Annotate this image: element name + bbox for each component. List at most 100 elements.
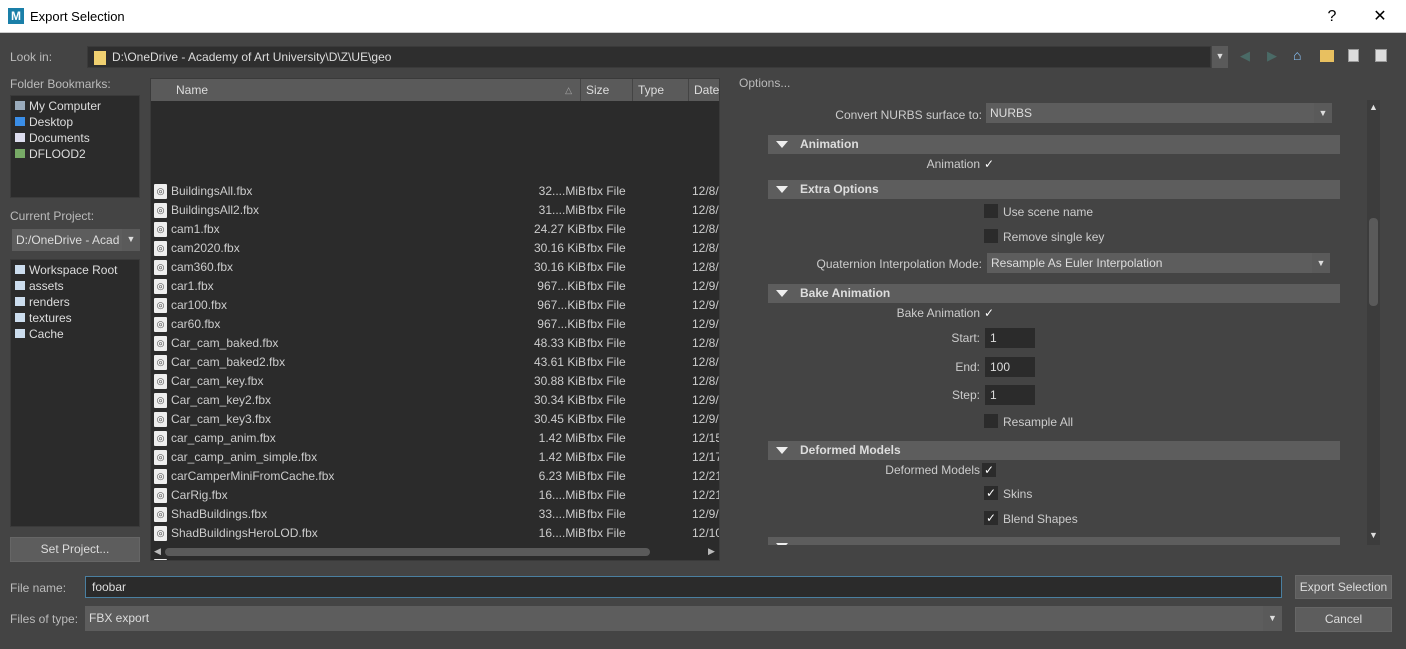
section-animation[interactable]: Animation (768, 135, 1340, 154)
file-row[interactable]: ◎ BuildingsAll2.fbx 31....MiB fbx File 1… (151, 201, 719, 220)
bake-animation-checkbox[interactable]: ✓ (982, 306, 996, 320)
file-row[interactable]: ◎ Car_cam_key.fbx 30.88 KiB fbx File 12/… (151, 372, 719, 391)
file-row[interactable]: ◎ car_camp_anim_simple.fbx 1.42 MiB fbx … (151, 448, 719, 467)
folder-label: renders (29, 295, 70, 309)
file-row[interactable]: ◎ ShadBuildings.fbx 33....MiB fbx File 1… (151, 505, 719, 524)
folder-renders[interactable]: renders (11, 294, 139, 310)
file-date: 12/9/ (692, 298, 719, 312)
step-input[interactable]: 1 (985, 385, 1035, 405)
start-input[interactable]: 1 (985, 328, 1035, 348)
blend-shapes-checkbox[interactable]: ✓ (984, 511, 998, 525)
file-row[interactable]: ◎ car100.fbx 967...KiB fbx File 12/9/ (151, 296, 719, 315)
look-in-combo[interactable]: D:\OneDrive - Academy of Art University\… (87, 46, 1211, 68)
horizontal-scrollbar[interactable]: ◀ ▶ (151, 545, 719, 559)
project-combo[interactable]: D:/OneDrive - Acad (12, 229, 122, 251)
help-button[interactable]: ? (1312, 4, 1352, 29)
use-scene-name-checkbox[interactable] (984, 204, 998, 218)
file-row[interactable]: ◎ Car_cam_key3.fbx 30.45 KiB fbx File 12… (151, 410, 719, 429)
file-row[interactable]: ◎ ShadBuildingsHeroLOD.fbx 16....MiB fbx… (151, 524, 719, 543)
quaternion-combo[interactable]: Resample As Euler Interpolation (987, 253, 1313, 273)
file-date: 12/9/ (692, 279, 719, 293)
scrollbar-thumb[interactable] (1369, 218, 1378, 306)
column-date[interactable]: Date (689, 79, 719, 101)
column-type[interactable]: Type (633, 79, 689, 101)
remove-single-key-checkbox[interactable] (984, 229, 998, 243)
end-label: End: (955, 360, 980, 374)
fbx-file-icon: ◎ (154, 317, 167, 332)
back-icon[interactable]: ◀ (1240, 48, 1250, 64)
folder-icon (94, 50, 106, 65)
folder-icon (15, 313, 25, 322)
new-folder-icon[interactable] (1320, 50, 1334, 62)
bake-animation-label: Bake Animation (896, 306, 980, 320)
column-name[interactable]: Name △ (151, 79, 581, 101)
file-type-combo[interactable]: FBX export (85, 606, 1263, 631)
bookmark-documents[interactable]: Documents (11, 130, 139, 146)
section-collapsed-partial[interactable] (768, 537, 1340, 545)
scrollbar-thumb[interactable] (165, 548, 650, 556)
file-type: fbx File (587, 317, 626, 331)
file-row[interactable]: ◎ cam2020.fbx 30.16 KiB fbx File 12/8/ (151, 239, 719, 258)
detail-view-icon[interactable] (1375, 49, 1387, 62)
file-size: 43.61 KiB (533, 355, 586, 369)
skins-checkbox[interactable]: ✓ (984, 486, 998, 500)
file-size: 1.42 MiB (538, 431, 586, 445)
nurbs-combo[interactable]: NURBS (986, 103, 1316, 123)
folder-workspace-root[interactable]: Workspace Root (11, 262, 139, 278)
section-bake-animation[interactable]: Bake Animation (768, 284, 1340, 303)
file-row[interactable]: ◎ car_camp_anim.fbx 1.42 MiB fbx File 12… (151, 429, 719, 448)
cancel-button[interactable]: Cancel (1295, 607, 1392, 632)
deformed-models-checkbox[interactable]: ✓ (982, 463, 996, 477)
file-type: fbx File (587, 203, 626, 217)
desktop-icon (15, 117, 25, 126)
folder-label: Workspace Root (29, 263, 118, 277)
window-title: Export Selection (30, 9, 125, 24)
scroll-up-icon[interactable]: ▲ (1369, 102, 1378, 112)
section-extra-options[interactable]: Extra Options (768, 180, 1340, 199)
file-row[interactable]: ◎ BuildingsAll.fbx 32....MiB fbx File 12… (151, 182, 719, 201)
file-row[interactable]: ◎ carCamperMiniFromCache.fbx 6.23 MiB fb… (151, 467, 719, 486)
file-row[interactable]: ◎ Car_cam_key2.fbx 30.34 KiB fbx File 12… (151, 391, 719, 410)
folder-cache[interactable]: Cache (11, 326, 139, 342)
file-row[interactable]: ◎ CarRig.fbx 16....MiB fbx File 12/21 (151, 486, 719, 505)
nurbs-dropdown[interactable]: ▼ (1314, 103, 1332, 123)
set-project-button[interactable]: Set Project... (10, 537, 140, 562)
fbx-file-icon: ◎ (154, 374, 167, 389)
end-input[interactable]: 100 (985, 357, 1035, 377)
file-row[interactable]: ◎ cam1.fbx 24.27 KiB fbx File 12/8/ (151, 220, 719, 239)
home-icon[interactable]: ⌂ (1293, 47, 1301, 63)
file-type-dropdown[interactable]: ▼ (1263, 606, 1282, 631)
file-type: fbx File (587, 450, 626, 464)
file-row[interactable]: ◎ car60.fbx 967...KiB fbx File 12/9/ (151, 315, 719, 334)
folder-assets[interactable]: assets (11, 278, 139, 294)
animation-checkbox[interactable]: ✓ (982, 157, 996, 171)
folder-textures[interactable]: textures (11, 310, 139, 326)
bookmark-desktop[interactable]: Desktop (11, 114, 139, 130)
scroll-right-icon[interactable]: ▶ (708, 546, 715, 557)
section-deformed-models[interactable]: Deformed Models (768, 441, 1340, 460)
look-in-label: Look in: (10, 50, 53, 64)
file-name-input[interactable]: foobar (85, 576, 1282, 598)
quaternion-dropdown[interactable]: ▼ (1312, 253, 1330, 273)
skins-label: Skins (1003, 487, 1033, 501)
bookmark-user[interactable]: DFLOOD2 (11, 146, 139, 162)
file-row[interactable]: ◎ cam360.fbx 30.16 KiB fbx File 12/8/ (151, 258, 719, 277)
options-label: Options... (739, 76, 791, 90)
scroll-down-icon[interactable]: ▼ (1369, 530, 1378, 540)
column-size[interactable]: Size (581, 79, 633, 101)
fbx-file-icon: ◎ (154, 450, 167, 465)
options-scrollbar[interactable]: ▲ ▼ (1367, 100, 1380, 545)
file-row[interactable]: ◎ car1.fbx 967...KiB fbx File 12/9/ (151, 277, 719, 296)
forward-icon[interactable]: ▶ (1267, 48, 1277, 64)
fbx-file-icon: ◎ (154, 488, 167, 503)
look-in-dropdown[interactable]: ▼ (1212, 46, 1228, 68)
resample-all-checkbox[interactable] (984, 414, 998, 428)
close-button[interactable]: ✕ (1360, 4, 1400, 29)
project-dropdown[interactable]: ▼ (122, 229, 140, 251)
file-row[interactable]: ◎ Car_cam_baked.fbx 48.33 KiB fbx File 1… (151, 334, 719, 353)
bookmark-my-computer[interactable]: My Computer (11, 98, 139, 114)
file-row[interactable]: ◎ Car_cam_baked2.fbx 43.61 KiB fbx File … (151, 353, 719, 372)
list-view-icon[interactable] (1348, 49, 1359, 62)
scroll-left-icon[interactable]: ◀ (154, 546, 161, 557)
export-selection-button[interactable]: Export Selection (1295, 575, 1392, 599)
